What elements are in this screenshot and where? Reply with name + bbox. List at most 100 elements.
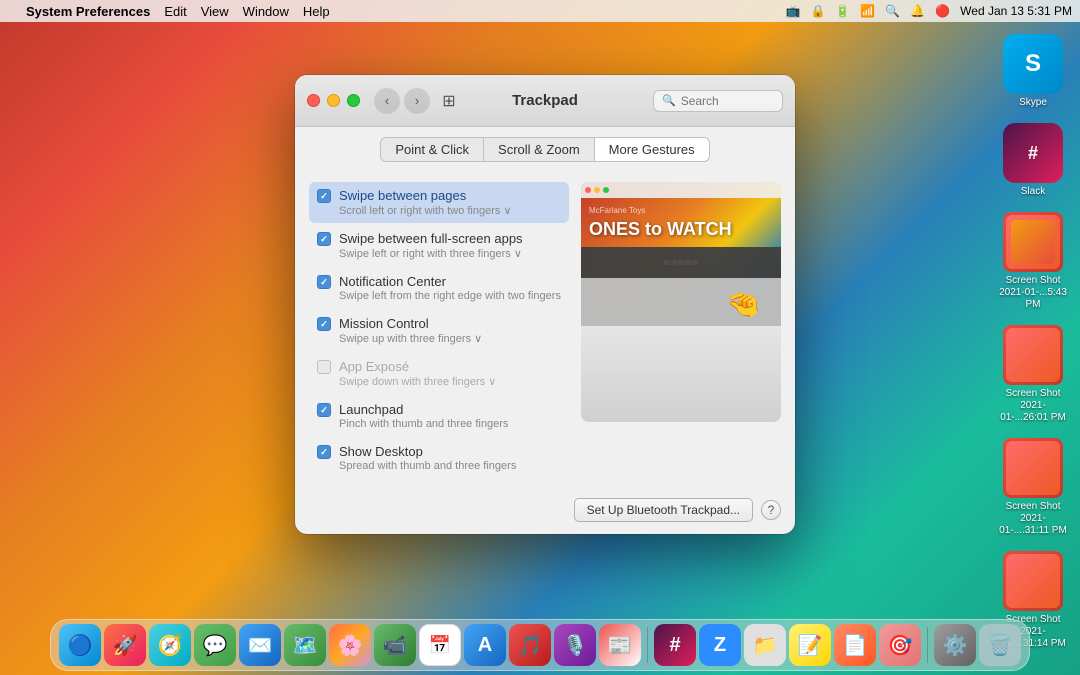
dock-icon-maps[interactable]: 🗺️ xyxy=(284,624,326,666)
forward-button[interactable]: › xyxy=(404,88,430,114)
screenshot1-label: Screen Shot 2021-01-...5:43 PM xyxy=(998,275,1068,311)
dock-icon-photos[interactable]: 🌸 xyxy=(329,624,371,666)
gesture-list: ✓ Swipe between pages Scroll left or rig… xyxy=(309,182,569,478)
maps-icon: 🗺️ xyxy=(293,633,318,658)
gesture-swipe-fullscreen[interactable]: ✓ Swipe between full-screen apps Swipe l… xyxy=(309,225,569,266)
minimize-button[interactable] xyxy=(327,94,340,107)
pages-icon: 📄 xyxy=(843,633,868,658)
dock-separator-2 xyxy=(927,627,928,663)
dock-icon-notes[interactable]: 📝 xyxy=(789,624,831,666)
checkmark-icon: ✓ xyxy=(320,447,328,458)
tab-more-gestures[interactable]: More Gestures xyxy=(595,137,710,162)
preview-keyboard xyxy=(581,247,781,279)
desktop-icon-screenshot1[interactable]: Screen Shot 2021-01-...5:43 PM xyxy=(994,208,1072,315)
window-title: Trackpad xyxy=(512,92,578,109)
dock-icon-podcasts[interactable]: 🎙️ xyxy=(554,624,596,666)
gesture-preview: McFarlane Toys ONES to WATCH xyxy=(581,182,781,422)
desktop-icon-screenshot3[interactable]: Screen Shot 2021-01-....31:11 PM xyxy=(994,434,1072,541)
checkbox-mission-control[interactable]: ✓ xyxy=(317,317,331,331)
gesture-title-swipe-pages: Swipe between pages xyxy=(339,188,561,203)
help-button[interactable]: ? xyxy=(761,500,781,520)
grid-view-button[interactable]: ⊞ xyxy=(436,88,462,114)
dock-icon-trash[interactable]: 🗑️ xyxy=(979,624,1021,666)
dock-icon-facetime[interactable]: 📹 xyxy=(374,624,416,666)
menubar-battery-icon[interactable]: 🔋 xyxy=(835,4,850,18)
traffic-lights xyxy=(307,94,360,107)
gesture-desc-launchpad: Pinch with thumb and three fingers xyxy=(339,418,561,430)
hand-gesture-icon: 🤏 xyxy=(726,288,761,321)
dock-icon-slack[interactable]: # xyxy=(654,624,696,666)
gesture-text-show-desktop: Show Desktop Spread with thumb and three… xyxy=(339,444,561,472)
menubar-window[interactable]: Window xyxy=(243,4,289,19)
bluetooth-trackpad-button[interactable]: Set Up Bluetooth Trackpad... xyxy=(574,498,753,522)
screenshot3-icon xyxy=(1003,438,1063,498)
menubar-search-icon[interactable]: 🔍 xyxy=(885,4,900,18)
gesture-mission-control[interactable]: ✓ Mission Control Swipe up with three fi… xyxy=(309,310,569,351)
desktop-icon-screenshot2[interactable]: Screen Shot 2021-01-...26:01 PM xyxy=(994,321,1072,428)
back-button[interactable]: ‹ xyxy=(374,88,400,114)
gesture-desc-swipe-fullscreen: Swipe left or right with three fingers ∨ xyxy=(339,247,561,260)
gesture-app-expose[interactable]: App Exposé Swipe down with three fingers… xyxy=(309,353,569,394)
tab-scroll-zoom[interactable]: Scroll & Zoom xyxy=(484,137,595,162)
dock-icon-prefs[interactable]: ⚙️ xyxy=(934,624,976,666)
dock-icon-launchpad[interactable]: 🚀 xyxy=(104,624,146,666)
maximize-button[interactable] xyxy=(347,94,360,107)
menubar-datetime: Wed Jan 13 5:31 PM xyxy=(960,4,1072,18)
screenshot2-label: Screen Shot 2021-01-...26:01 PM xyxy=(998,388,1068,424)
checkbox-app-expose[interactable] xyxy=(317,360,331,374)
gesture-desc-app-expose: Swipe down with three fingers ∨ xyxy=(339,375,561,388)
checkbox-notification-center[interactable]: ✓ xyxy=(317,275,331,289)
close-button[interactable] xyxy=(307,94,320,107)
menubar-app-name[interactable]: System Preferences xyxy=(26,4,150,19)
menubar-notification-icon[interactable]: 🔔 xyxy=(910,4,925,18)
gesture-show-desktop[interactable]: ✓ Show Desktop Spread with thumb and thr… xyxy=(309,438,569,478)
notes-icon: 📝 xyxy=(798,633,823,658)
mail-icon: ✉️ xyxy=(248,633,273,658)
dock-icon-news[interactable]: 📰 xyxy=(599,624,641,666)
menubar-wifi-icon[interactable]: 📶 xyxy=(860,4,875,18)
search-box[interactable]: 🔍 xyxy=(653,90,783,112)
key xyxy=(678,260,684,265)
preview-content: McFarlane Toys ONES to WATCH xyxy=(581,198,781,249)
menubar-help[interactable]: Help xyxy=(303,4,330,19)
slack-icon: # xyxy=(1003,123,1063,183)
tab-point-click[interactable]: Point & Click xyxy=(380,137,484,162)
gesture-desc-swipe-pages: Scroll left or right with two fingers ∨ xyxy=(339,204,561,217)
preview-browser: McFarlane Toys ONES to WATCH xyxy=(581,182,781,326)
gesture-title-notification-center: Notification Center xyxy=(339,274,561,289)
gesture-notification-center[interactable]: ✓ Notification Center Swipe left from th… xyxy=(309,268,569,308)
gesture-swipe-pages[interactable]: ✓ Swipe between pages Scroll left or rig… xyxy=(309,182,569,223)
dock-icon-files[interactable]: 📁 xyxy=(744,624,786,666)
dock-icon-mail[interactable]: ✉️ xyxy=(239,624,281,666)
menubar-tv-icon[interactable]: 📺 xyxy=(785,4,800,18)
dock-separator xyxy=(647,627,648,663)
gesture-launchpad[interactable]: ✓ Launchpad Pinch with thumb and three f… xyxy=(309,396,569,436)
prefs-icon: ⚙️ xyxy=(943,633,968,658)
dock-icon-music[interactable]: 🎵 xyxy=(509,624,551,666)
trash-icon: 🗑️ xyxy=(988,633,1013,658)
checkbox-show-desktop[interactable]: ✓ xyxy=(317,445,331,459)
dock-icon-appstore[interactable]: A xyxy=(464,624,506,666)
dock-icon-pages[interactable]: 📄 xyxy=(834,624,876,666)
desktop-icon-slack[interactable]: # Slack xyxy=(994,119,1072,202)
dock-icon-zoom[interactable]: Z xyxy=(699,624,741,666)
preview-dot-red xyxy=(585,187,591,193)
dock-icon-keynote[interactable]: 🎯 xyxy=(879,624,921,666)
checkbox-swipe-pages[interactable]: ✓ xyxy=(317,189,331,203)
dock-icon-messages[interactable]: 💬 xyxy=(194,624,236,666)
window-footer: Set Up Bluetooth Trackpad... ? xyxy=(295,490,795,534)
menubar-lock-icon[interactable]: 🔒 xyxy=(810,4,825,18)
calendar-icon: 📅 xyxy=(429,635,451,656)
gesture-title-swipe-fullscreen: Swipe between full-screen apps xyxy=(339,231,561,246)
checkbox-swipe-fullscreen[interactable]: ✓ xyxy=(317,232,331,246)
menubar-view[interactable]: View xyxy=(201,4,229,19)
dock-icon-finder[interactable]: 🔵 xyxy=(59,624,101,666)
dock-icon-calendar[interactable]: 📅 xyxy=(419,624,461,666)
checkbox-launchpad[interactable]: ✓ xyxy=(317,403,331,417)
menubar-edit[interactable]: Edit xyxy=(164,4,186,19)
menubar-recording-icon[interactable]: 🔴 xyxy=(935,4,950,18)
dock-icon-safari[interactable]: 🧭 xyxy=(149,624,191,666)
search-input[interactable] xyxy=(681,94,771,108)
desktop-icon-skype[interactable]: S Skype xyxy=(994,30,1072,113)
screenshot4-icon xyxy=(1003,551,1063,611)
